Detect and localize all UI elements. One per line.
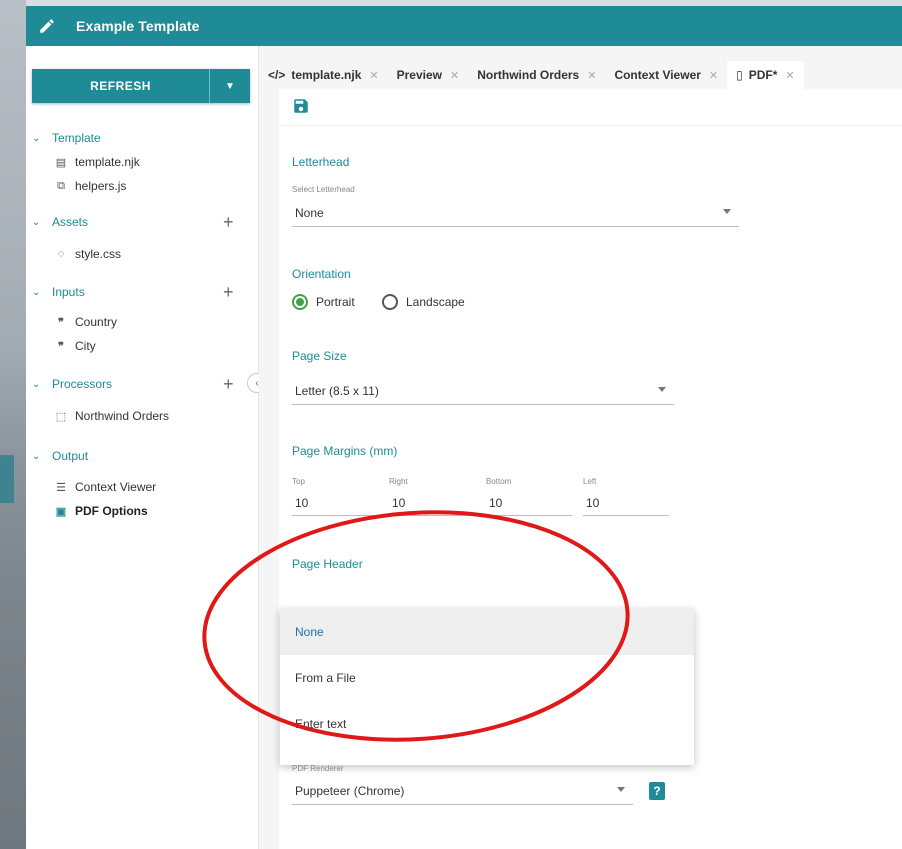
tab-context-viewer[interactable]: Context Viewer ✕ bbox=[605, 61, 727, 89]
page-size-select[interactable]: Letter (8.5 x 11) bbox=[292, 378, 674, 405]
orientation-title: Orientation bbox=[292, 267, 351, 281]
help-icon[interactable]: ? bbox=[649, 782, 665, 800]
toolbar-divider bbox=[279, 125, 902, 126]
tree-item-template-njk[interactable]: ▤ template.njk bbox=[26, 150, 258, 174]
add-processor-icon[interactable]: + bbox=[223, 374, 234, 395]
caret-down-icon bbox=[723, 209, 731, 214]
group-assets[interactable]: ⌄ Assets + bbox=[26, 210, 258, 234]
tree-item-country[interactable]: ❞ Country bbox=[26, 310, 258, 334]
palette-icon: ◌ bbox=[57, 248, 65, 260]
margin-left-field[interactable]: Left 10 bbox=[583, 477, 669, 516]
tree-item-city[interactable]: ❞ City bbox=[26, 334, 258, 358]
letterhead-title: Letterhead bbox=[292, 155, 350, 169]
close-icon[interactable]: ✕ bbox=[709, 69, 718, 82]
group-processors[interactable]: ⌄ Processors + bbox=[26, 372, 258, 396]
page-header-option-text[interactable]: Enter text bbox=[280, 701, 694, 747]
tab-pdf[interactable]: ▯ PDF* ✕ bbox=[727, 61, 804, 89]
caret-down-icon: ▼ bbox=[225, 80, 235, 92]
script-file-icon: ⧉ bbox=[57, 179, 65, 192]
chevron-down-icon: ⌄ bbox=[32, 450, 41, 462]
pdf-file-icon: ▣ bbox=[55, 505, 67, 518]
chevron-down-icon: ⌄ bbox=[32, 132, 41, 144]
tab-preview[interactable]: Preview ✕ bbox=[388, 61, 469, 89]
margins-title: Page Margins (mm) bbox=[292, 444, 398, 458]
margin-top-field[interactable]: Top 10 bbox=[292, 477, 378, 516]
tree-item-style-css[interactable]: ◌ style.css bbox=[26, 242, 258, 266]
refresh-dropdown-button[interactable]: ▼ bbox=[209, 69, 250, 103]
close-icon[interactable]: ✕ bbox=[785, 69, 794, 82]
quote-icon: ❞ bbox=[58, 340, 64, 353]
renderer-select[interactable]: Puppeteer (Chrome) bbox=[292, 778, 633, 805]
group-output[interactable]: ⌄ Output bbox=[26, 444, 258, 468]
page-size-title: Page Size bbox=[292, 349, 347, 363]
app-window: Example Template REFRESH ▼ ⌄ Template ▤ te… bbox=[26, 6, 902, 849]
chevron-down-icon: ⌄ bbox=[32, 378, 41, 390]
close-icon[interactable]: ✕ bbox=[369, 69, 378, 82]
background-left bbox=[0, 0, 26, 849]
tab-northwind-orders[interactable]: Northwind Orders ✕ bbox=[468, 61, 605, 89]
list-icon: ☰ bbox=[56, 481, 66, 494]
code-icon: </> bbox=[268, 68, 286, 82]
orientation-portrait-radio[interactable]: Portrait bbox=[292, 294, 355, 310]
tree-item-helpers-js[interactable]: ⧉ helpers.js bbox=[26, 174, 258, 198]
save-icon[interactable] bbox=[292, 97, 310, 115]
caret-down-icon bbox=[658, 387, 666, 392]
tree-item-pdf-options[interactable]: ▣ PDF Options bbox=[26, 499, 258, 523]
tab-bar: </> template.njk ✕ Preview ✕ Northwind Orde… bbox=[259, 61, 804, 89]
radio-checked-icon bbox=[292, 294, 308, 310]
add-input-icon[interactable]: + bbox=[223, 282, 234, 303]
refresh-split-button: REFRESH ▼ bbox=[32, 69, 250, 103]
page-header-option-file[interactable]: From a File bbox=[280, 655, 694, 701]
pencil-icon[interactable] bbox=[38, 17, 56, 35]
pdf-file-icon: ▯ bbox=[736, 68, 743, 82]
quote-icon: ❞ bbox=[58, 316, 64, 329]
chevron-down-icon: ⌄ bbox=[32, 286, 41, 298]
renderer-label: PDF Renderer bbox=[292, 764, 344, 773]
group-inputs[interactable]: ⌄ Inputs + bbox=[26, 280, 258, 304]
margin-bottom-field[interactable]: Bottom 10 bbox=[486, 477, 572, 516]
page-header-dropdown-menu: None From a File Enter text bbox=[280, 609, 694, 765]
margin-right-field[interactable]: Right 10 bbox=[389, 477, 475, 516]
page-header-option-none[interactable]: None bbox=[280, 609, 694, 655]
file-icon: ▤ bbox=[55, 156, 67, 169]
tree-item-context-viewer[interactable]: ☰ Context Viewer bbox=[26, 475, 258, 499]
group-template[interactable]: ⌄ Template bbox=[26, 126, 258, 150]
background-stripe bbox=[0, 455, 14, 503]
processor-icon: ⬚ bbox=[55, 410, 67, 423]
top-bar: Example Template bbox=[26, 6, 902, 46]
main-area: </> template.njk ✕ Preview ✕ Northwind Orde… bbox=[259, 46, 902, 849]
chevron-down-icon: ⌄ bbox=[32, 216, 41, 228]
radio-unchecked-icon bbox=[382, 294, 398, 310]
add-asset-icon[interactable]: + bbox=[223, 212, 234, 233]
pdf-options-panel: Letterhead Select Letterhead None Orient… bbox=[279, 89, 902, 849]
tree-item-northwind-orders[interactable]: ⬚ Northwind Orders bbox=[26, 404, 258, 428]
close-icon[interactable]: ✕ bbox=[587, 69, 596, 82]
sidebar: REFRESH ▼ ⌄ Template ▤ template.njk ⧉ helpe… bbox=[26, 46, 258, 849]
project-tree: ⌄ Template ▤ template.njk ⧉ helpers.js ⌄ Ass… bbox=[26, 126, 258, 523]
orientation-landscape-radio[interactable]: Landscape bbox=[382, 294, 465, 310]
refresh-button[interactable]: REFRESH bbox=[32, 69, 209, 103]
app-title: Example Template bbox=[76, 18, 200, 34]
close-icon[interactable]: ✕ bbox=[450, 69, 459, 82]
page-header-title: Page Header bbox=[292, 557, 363, 571]
letterhead-select[interactable]: None bbox=[292, 200, 739, 227]
tab-template-njk[interactable]: </> template.njk ✕ bbox=[259, 61, 388, 89]
letterhead-label: Select Letterhead bbox=[292, 185, 355, 194]
caret-down-icon bbox=[617, 787, 625, 792]
